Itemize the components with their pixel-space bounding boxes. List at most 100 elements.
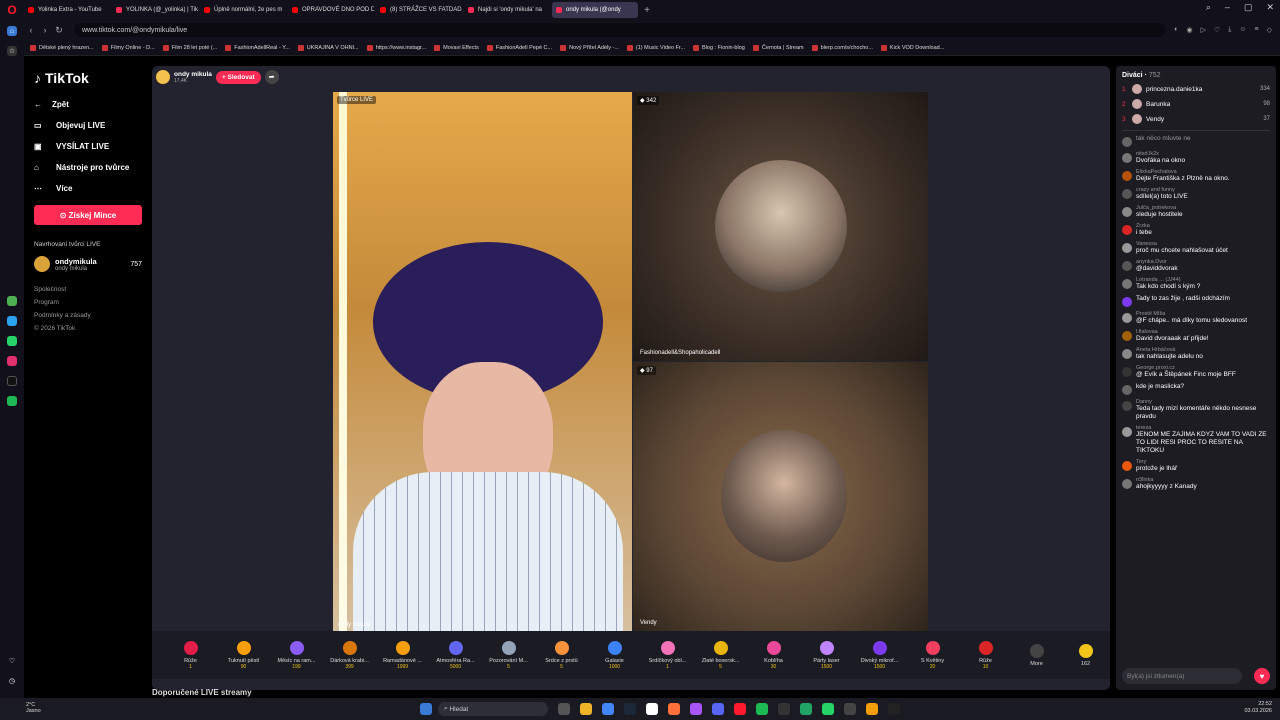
bookmark-item[interactable]: Blog : Fionin-blog <box>693 44 745 51</box>
discord-icon[interactable] <box>712 703 724 715</box>
browser-tab[interactable]: Najdi si 'ondy mikula' na <box>464 2 550 18</box>
weather-widget[interactable]: 2°C Jasno <box>26 702 41 714</box>
bookmark-item[interactable]: FashionAdellReal - Y... <box>225 44 290 51</box>
opera-icon[interactable] <box>734 703 746 715</box>
opera-logo-icon[interactable]: O <box>0 0 24 20</box>
minimize-button[interactable]: – <box>1225 2 1230 13</box>
browser-tab[interactable]: OPRAVDOVÉ DNO POD D <box>288 2 374 18</box>
ai-icon[interactable]: ◇ <box>1267 26 1272 34</box>
obs-icon[interactable] <box>778 703 790 715</box>
chat-message[interactable]: anynka.Dvor @daviddvorak <box>1122 259 1270 273</box>
whatsapp-icon[interactable] <box>7 336 17 346</box>
taskbar-search[interactable]: ⌕ Hledat <box>438 702 548 716</box>
chat-message[interactable]: crazy and funny sdílel(a) toto LIVE <box>1122 187 1270 201</box>
whatsapp-icon[interactable] <box>822 703 834 715</box>
bookmark-item[interactable]: Černota | Stream <box>752 44 804 51</box>
steam-icon[interactable] <box>624 703 636 715</box>
new-tab-button[interactable]: + <box>640 5 654 16</box>
app-icon[interactable] <box>888 703 900 715</box>
browser-tab[interactable]: Yolinka Extra - YouTube <box>24 2 110 18</box>
footer-link[interactable]: Podmínky a zásady <box>34 312 142 319</box>
gift-item[interactable]: Koblíha 30 <box>747 640 800 670</box>
heart-icon[interactable]: ♡ <box>7 656 17 666</box>
browser-tab[interactable]: Úplně normální, že pes m <box>200 2 286 18</box>
gift-item[interactable]: Zlaté boxersk... 5 <box>694 640 747 670</box>
chat-message[interactable]: tereza JENOM ME ZAJIMA KDYZ VAM TO VADI Z… <box>1122 425 1270 455</box>
home-icon[interactable]: ⌂ <box>7 26 17 36</box>
host-video[interactable]: Tvůrce LIVE ondy mikula <box>333 92 632 631</box>
play-icon[interactable]: ▷ <box>1201 26 1206 34</box>
file-explorer-icon[interactable] <box>580 703 592 715</box>
vlc-icon[interactable] <box>866 703 878 715</box>
reload-icon[interactable]: ↻ <box>52 25 66 36</box>
tiktok-icon[interactable] <box>7 376 17 386</box>
chat-message[interactable]: l.fialovaa David dvoraaak ať přijde! <box>1122 329 1270 343</box>
browser-tab[interactable]: (8) STRÁŽCE VS FATDAD <box>376 2 462 18</box>
forward-icon[interactable]: › <box>38 25 52 35</box>
chat-message[interactable]: George.proxi.cz @ Evík a Štěpánek Finc mo… <box>1122 365 1270 379</box>
chat-message[interactable]: nitxd.lk2x Dvořáka na okno <box>1122 151 1270 165</box>
bookmark-item[interactable]: Movavi Effects <box>434 44 479 51</box>
chat-message[interactable]: kde je maslicka? <box>1122 383 1270 395</box>
top-viewer[interactable]: 2 Barunka 98 <box>1122 99 1270 109</box>
gift-item[interactable]: Růže 1 <box>164 640 217 670</box>
bookmark-item[interactable]: Filmy Online - D... <box>101 44 155 51</box>
footer-link[interactable]: Program <box>34 299 142 306</box>
gift-item[interactable]: Růže 10 <box>959 640 1012 670</box>
close-button[interactable]: ✕ <box>1266 2 1274 13</box>
chat-message[interactable]: ElixkaPechatova Dejte Františka z Plzně n… <box>1122 169 1270 183</box>
bookmark-item[interactable]: FashionAdell Pepé C... <box>486 44 552 51</box>
sidebar-item[interactable]: ▣ VYSÍLAT LIVE <box>34 142 142 151</box>
notes-icon[interactable] <box>646 703 658 715</box>
follow-button[interactable]: + Sledovat <box>215 70 261 84</box>
bookmark-item[interactable]: blerp.com/s/chocho... <box>811 44 873 51</box>
bookmark-item[interactable]: Dětské plený hrazen... <box>30 44 94 51</box>
gift-item[interactable]: S Květiny 20 <box>906 640 959 670</box>
chat-message[interactable]: n3linka ahojkyyyyy z Kanady <box>1122 477 1270 491</box>
gift-item[interactable]: Ťuknutí pěstí 90 <box>217 640 270 670</box>
gift-item[interactable]: Párty laser 1500 <box>800 640 853 670</box>
chat-message[interactable]: Julča_potrekova sleduje hostitele <box>1122 205 1270 219</box>
url-input[interactable]: www.tiktok.com/@ondymikula/live <box>74 23 1167 37</box>
sidebar-item[interactable]: ⋯ Více <box>34 184 142 193</box>
browser-tab[interactable]: ondy mikula (@ondy <box>552 2 638 18</box>
chat-message[interactable]: Danny Teda tady mizí komentáře někdo nesn… <box>1122 399 1270 421</box>
get-coins-button[interactable]: ⊙ Získej Mince <box>34 205 142 225</box>
heart-icon[interactable]: ♡ <box>1214 26 1220 34</box>
suggested-creator[interactable]: ondymikula ondy mikula 757 <box>34 256 142 272</box>
firefox-icon[interactable] <box>668 703 680 715</box>
profile-icon[interactable]: ☺ <box>1239 26 1246 34</box>
bookmark-item[interactable]: Kick VOD Download... <box>880 44 944 51</box>
search-tabs-icon[interactable]: ⌕ <box>1206 2 1211 13</box>
gift-item[interactable]: Srdíčkový obl... 1 <box>641 640 694 670</box>
bookmark-item[interactable]: (1) Music Video Fr... <box>626 44 685 51</box>
bookmark-item[interactable]: Film 28 let poté (... <box>162 44 217 51</box>
app-icon[interactable] <box>690 703 702 715</box>
menu-icon[interactable]: ≡ <box>1255 26 1259 34</box>
messenger-icon[interactable] <box>7 316 17 326</box>
gift-item[interactable]: Divoký mikrof... 1500 <box>853 640 906 670</box>
browser-tab[interactable]: YOLINKA (@_yolinka) | Tik <box>112 2 198 18</box>
chat-input[interactable]: Byl(a) jsi ztlumen(a) <box>1122 668 1242 684</box>
gift-item[interactable]: Galaxie 1000 <box>588 640 641 670</box>
host-avatar[interactable] <box>156 70 170 84</box>
camera-icon[interactable]: ◉ <box>1186 26 1192 34</box>
spotify-icon[interactable] <box>756 703 768 715</box>
bookmark-item[interactable]: https://www.instagr... <box>366 44 426 51</box>
bookmark-item[interactable]: UKRAJINA V OHNI... <box>297 44 359 51</box>
chat-message[interactable]: tak něco mluvte ne <box>1122 135 1270 147</box>
back-icon[interactable]: ‹ <box>24 25 38 35</box>
app-icon[interactable] <box>844 703 856 715</box>
chrome-icon[interactable] <box>602 703 614 715</box>
chat-message[interactable]: Tady to zas žije , radši odcházím <box>1122 295 1270 307</box>
chat-message[interactable]: Tery protože je lhář <box>1122 459 1270 473</box>
footer-link[interactable]: Společnost <box>34 286 142 293</box>
more-gifts-button[interactable]: More <box>1012 643 1061 667</box>
star-icon[interactable]: ☆ <box>7 46 17 56</box>
gift-item[interactable]: Měsíc na ram... 199 <box>270 640 323 670</box>
gift-item[interactable]: Dárková krabi... 399 <box>323 640 376 670</box>
instagram-icon[interactable] <box>7 356 17 366</box>
host-info[interactable]: ondy mikula 17,4K <box>174 71 212 84</box>
task-view-icon[interactable] <box>558 703 570 715</box>
extension-icon[interactable]: ◐ <box>1174 26 1178 34</box>
